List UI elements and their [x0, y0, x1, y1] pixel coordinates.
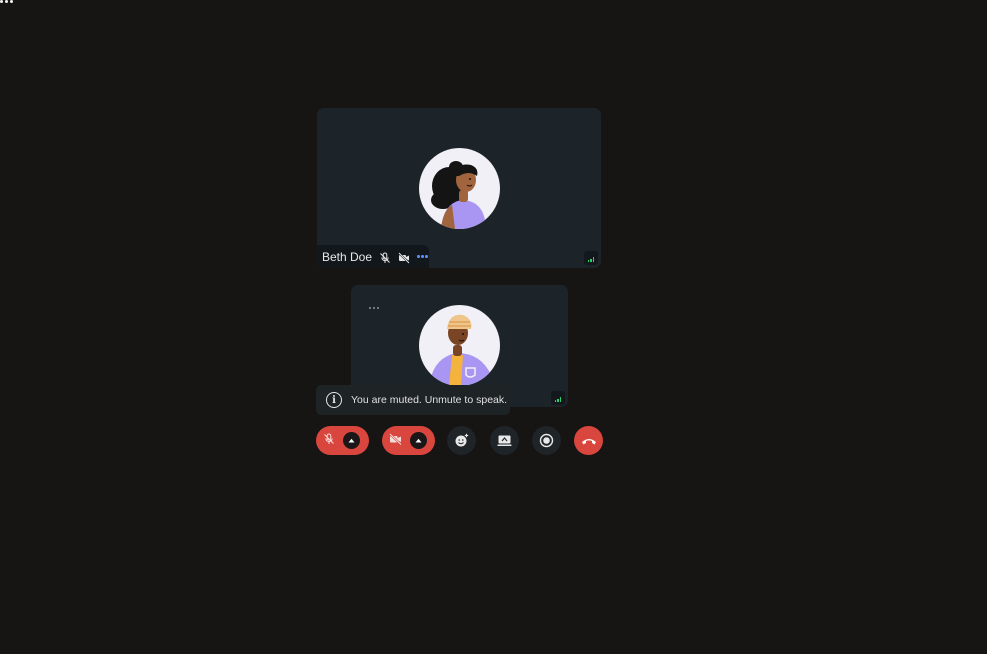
reactions-button[interactable] — [447, 426, 476, 455]
participant-more-button[interactable] — [417, 255, 428, 258]
caret-up-icon — [415, 438, 422, 443]
connection-signal-icon — [584, 251, 598, 265]
camera-options-button[interactable] — [410, 432, 427, 449]
mic-toggle-button[interactable] — [316, 426, 369, 455]
leave-call-button[interactable] — [574, 426, 603, 455]
screen-share-icon — [497, 435, 512, 446]
tile-options-button[interactable] — [0, 0, 13, 3]
video-off-icon — [398, 251, 410, 264]
share-screen-button[interactable] — [490, 426, 519, 455]
participant-avatar — [419, 148, 500, 229]
muted-toast: i You are muted. Unmute to speak. — [316, 385, 510, 415]
mic-off-icon — [323, 432, 335, 450]
woman-avatar-illustration — [431, 161, 485, 229]
record-icon — [539, 433, 554, 448]
self-avatar — [419, 305, 500, 386]
video-call-stage: Beth Doe i You are muted. Unmute to spea… — [0, 0, 987, 654]
toast-message: You are muted. Unmute to speak. — [351, 394, 508, 406]
info-icon: i — [326, 392, 342, 408]
man-avatar-illustration — [429, 314, 491, 386]
caret-up-icon — [348, 438, 355, 443]
participant-name: Beth Doe — [322, 249, 373, 264]
video-off-icon — [389, 432, 402, 450]
camera-toggle-button[interactable] — [382, 426, 435, 455]
emoji-add-icon — [455, 433, 469, 447]
phone-hangup-icon — [581, 438, 596, 444]
self-tile-options-button[interactable] — [369, 307, 379, 309]
record-button[interactable] — [532, 426, 561, 455]
mic-off-icon — [379, 251, 391, 263]
participant-name-bar: Beth Doe — [317, 245, 429, 268]
mic-options-button[interactable] — [343, 432, 360, 449]
self-connection-signal-icon — [551, 391, 565, 405]
